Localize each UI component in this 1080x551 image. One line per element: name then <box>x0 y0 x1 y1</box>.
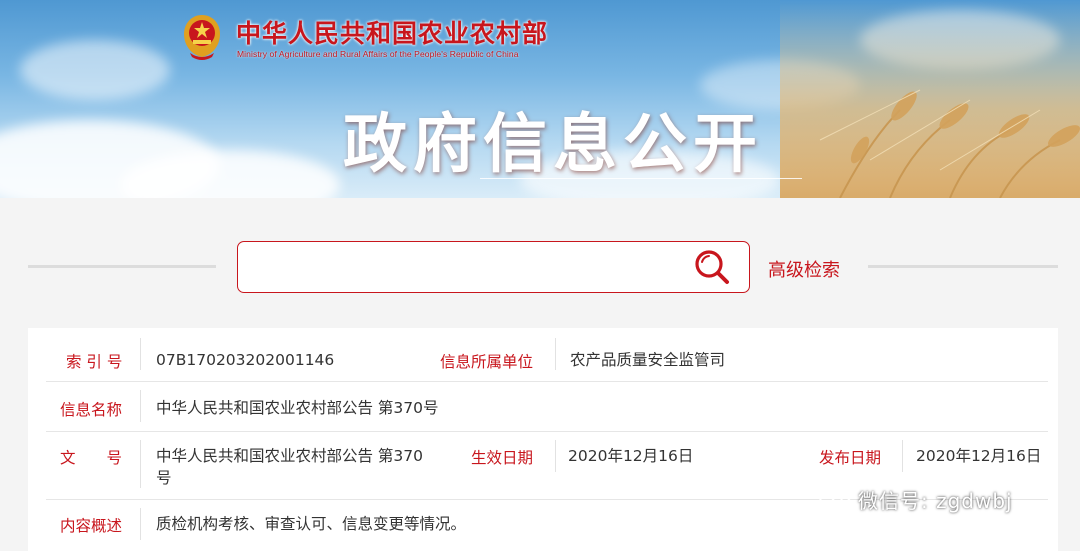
publish-date-value: 2020年12月16日 <box>916 447 1042 465</box>
wheat-image <box>780 0 1080 198</box>
ministry-name-cn: 中华人民共和国农业农村部 <box>236 19 549 48</box>
column-divider <box>140 440 141 488</box>
search-icon[interactable] <box>693 248 731 286</box>
divider-left <box>28 265 216 268</box>
column-divider <box>555 338 556 370</box>
summary-value: 质检机构考核、审查认可、信息变更等情况。 <box>156 515 467 533</box>
info-name-label: 信息名称 <box>60 401 123 419</box>
index-number-label: 索 引 号 <box>66 353 123 371</box>
effective-date-label: 生效日期 <box>471 449 534 467</box>
advanced-search-link[interactable]: 高级检索 <box>768 256 840 282</box>
column-divider <box>555 440 556 472</box>
search-input[interactable] <box>250 250 680 284</box>
watermark-text: 微信号: zgdwbj <box>858 489 1013 513</box>
ministry-name-en: Ministry of Agriculture and Rural Affair… <box>237 49 519 59</box>
document-number-label: 文 号 <box>60 449 123 467</box>
column-divider <box>140 338 141 370</box>
wechat-watermark: 微信号: zgdwbj <box>818 485 1013 514</box>
national-emblem-icon <box>184 15 220 60</box>
row-divider <box>46 431 1048 432</box>
header-banner: 中华人民共和国农业农村部 Ministry of Agriculture and… <box>0 0 1080 198</box>
effective-date-value: 2020年12月16日 <box>568 447 694 465</box>
cloud <box>20 40 170 100</box>
banner-title: 政府信息公开 <box>343 108 763 182</box>
row-divider <box>46 381 1048 382</box>
column-divider <box>140 390 141 422</box>
column-divider <box>140 508 141 540</box>
issuing-unit-value: 农产品质量安全监管司 <box>570 351 726 369</box>
document-number-value-line2: 号 <box>156 469 172 487</box>
document-number-value-line1: 中华人民共和国农业农村部公告 第370 <box>156 447 424 465</box>
column-divider <box>902 440 903 472</box>
info-table: 索 引 号 07B170203202001146 信息所属单位 农产品质量安全监… <box>28 328 1058 551</box>
issuing-unit-label: 信息所属单位 <box>440 353 534 371</box>
search-box <box>237 241 750 293</box>
index-number-value: 07B170203202001146 <box>156 351 335 369</box>
publish-date-label: 发布日期 <box>819 449 882 467</box>
divider-right <box>868 265 1058 268</box>
summary-label: 内容概述 <box>60 517 123 535</box>
wechat-icon <box>819 486 851 511</box>
info-name-value: 中华人民共和国农业农村部公告 第370号 <box>156 399 439 417</box>
title-underline <box>480 178 802 179</box>
